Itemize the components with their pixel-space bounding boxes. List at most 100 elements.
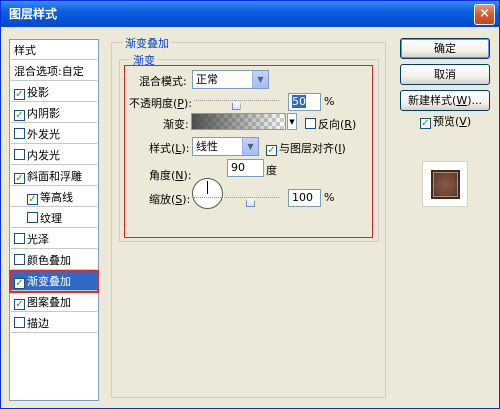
preview-checkbox[interactable]: ✓ xyxy=(420,118,431,129)
align-option[interactable]: ✓ 与图层对齐(I) xyxy=(266,140,346,156)
ok-button[interactable]: 确定 xyxy=(400,38,490,59)
angle-dial[interactable] xyxy=(192,178,223,209)
blend-mode-label: 混合模式: xyxy=(139,75,187,88)
style-item-label: 外发光 xyxy=(27,128,60,141)
angle-label-suffix: ): xyxy=(183,169,192,182)
blend-mode-value: 正常 xyxy=(196,73,218,86)
scale-label-suffix: ): xyxy=(182,193,191,206)
cancel-button[interactable]: 取消 xyxy=(400,64,490,85)
angle-value: 90 xyxy=(231,161,245,174)
opacity-label-suffix: ): xyxy=(183,97,192,110)
new-style-key: W xyxy=(456,94,468,107)
preview-key: V xyxy=(459,115,467,128)
dialog-title: 图层样式 xyxy=(9,7,58,21)
new-style-label-suffix: )... xyxy=(467,94,482,107)
style-item-label: 样式 xyxy=(14,44,36,57)
chevron-down-icon: ▼ xyxy=(242,138,258,155)
style-item[interactable]: 颜色叠加 xyxy=(11,251,97,270)
reverse-option[interactable]: 反向(R) xyxy=(305,116,356,132)
checkmark-icon[interactable]: ✓ xyxy=(27,194,38,205)
align-label-suffix: ) xyxy=(341,142,346,155)
checkmark-icon[interactable]: ✓ xyxy=(14,89,25,100)
reverse-checkbox[interactable] xyxy=(305,118,316,129)
opacity-label-text: 不透明度( xyxy=(129,97,178,110)
angle-key: N xyxy=(175,169,184,182)
scale-label: 缩放(S): xyxy=(149,191,190,207)
style-item[interactable]: 样式 xyxy=(11,41,97,60)
align-checkbox[interactable]: ✓ xyxy=(266,145,277,156)
gradient-dropdown-icon[interactable]: ▼ xyxy=(287,113,297,130)
preview-thumbnail xyxy=(431,170,460,199)
style-item-checkbox[interactable] xyxy=(14,128,25,139)
style-item[interactable]: 内发光 xyxy=(11,146,97,165)
style-item[interactable]: ✓ 内阴影 xyxy=(11,104,97,123)
style-item-label: 斜面和浮雕 xyxy=(27,170,82,183)
opacity-input[interactable]: 50 xyxy=(288,93,321,111)
layer-style-dialog: 图层样式 × 样式 混合选项:自定 ✓ 投影 ✓ 内阴影 外发光 内发光 ✓ 斜面和浮雕 ✓ 等高线纹… xyxy=(0,0,500,409)
reverse-label-suffix: ) xyxy=(351,118,357,131)
preview-label: 预览( xyxy=(433,115,460,128)
opacity-key: P xyxy=(177,97,184,110)
style-item-label: 颜色叠加 xyxy=(27,254,71,267)
style-item[interactable]: ✓ 图案叠加 xyxy=(11,293,97,312)
angle-label-text: 角度( xyxy=(149,169,176,182)
scale-label-text: 缩放( xyxy=(149,193,176,206)
checkmark-icon[interactable]: ✓ xyxy=(14,110,25,121)
style-item[interactable]: ✓ 渐变叠加 xyxy=(9,270,99,293)
style-item[interactable]: ✓ 斜面和浮雕 xyxy=(11,167,97,186)
style-item-label: 等高线 xyxy=(40,191,73,204)
checkmark-icon[interactable]: ✓ xyxy=(14,278,25,289)
style-item[interactable]: ✓ 投影 xyxy=(11,83,97,102)
align-label: 与图层对齐( xyxy=(279,142,339,155)
scale-value: 100 xyxy=(292,191,313,204)
chevron-down-icon: ▼ xyxy=(252,71,268,88)
scale-input[interactable]: 100 xyxy=(288,189,321,207)
style-label: 样式(L): xyxy=(149,140,189,156)
style-item[interactable]: 描边 xyxy=(11,314,97,333)
style-item-checkbox[interactable] xyxy=(14,317,25,328)
style-item-label: 投影 xyxy=(27,86,49,99)
new-style-label: 新建样式( xyxy=(408,94,457,107)
style-preview xyxy=(422,161,468,207)
gradient-swatch[interactable] xyxy=(191,113,286,130)
style-item-label: 图案叠加 xyxy=(27,296,71,309)
style-item-label: 内阴影 xyxy=(27,107,60,120)
reverse-key: R xyxy=(344,118,352,131)
close-icon: × xyxy=(479,6,490,21)
opacity-value: 50 xyxy=(292,95,306,108)
styles-list: 样式 混合选项:自定 ✓ 投影 ✓ 内阴影 外发光 内发光 ✓ 斜面和浮雕 ✓ 等高线 纹理 光泽 颜色叠加… xyxy=(9,39,99,401)
opacity-unit: % xyxy=(324,95,335,108)
style-item-label: 内发光 xyxy=(27,149,60,162)
style-item-checkbox[interactable] xyxy=(14,254,25,265)
new-style-button[interactable]: 新建样式(W)... xyxy=(400,90,490,111)
style-item[interactable]: 纹理 xyxy=(11,209,97,228)
angle-label: 角度(N): xyxy=(149,167,192,183)
style-item-checkbox[interactable] xyxy=(14,233,25,244)
style-item-label: 混合选项:自定 xyxy=(14,65,84,78)
style-select[interactable]: 线性 ▼ xyxy=(192,137,259,156)
close-button[interactable]: × xyxy=(474,4,495,25)
style-item[interactable]: 外发光 xyxy=(11,125,97,144)
style-item-checkbox[interactable] xyxy=(27,212,38,223)
preview-option[interactable]: ✓ 预览(V) xyxy=(420,113,471,129)
title-bar[interactable]: 图层样式 × xyxy=(1,1,499,27)
style-item-label: 光泽 xyxy=(27,233,49,246)
style-item-checkbox[interactable] xyxy=(14,149,25,160)
angle-input[interactable]: 90 xyxy=(227,159,264,177)
opacity-label: 不透明度(P): xyxy=(129,95,192,111)
blend-mode-select[interactable]: 正常 ▼ xyxy=(192,70,269,89)
style-item[interactable]: ✓ 等高线 xyxy=(11,188,97,207)
style-item[interactable]: 混合选项:自定 xyxy=(11,62,97,81)
dialog-body: 样式 混合选项:自定 ✓ 投影 ✓ 内阴影 外发光 内发光 ✓ 斜面和浮雕 ✓ 等高线 纹理 光泽 颜色叠加… xyxy=(1,27,499,408)
style-item[interactable]: 光泽 xyxy=(11,230,97,249)
gradient-overlay-title: 渐变叠加 xyxy=(123,35,171,51)
gradient-label: 渐变: xyxy=(163,118,189,131)
scale-slider-track[interactable] xyxy=(194,197,279,198)
style-label-suffix: ): xyxy=(181,142,190,155)
angle-dial-needle xyxy=(207,181,208,194)
style-value: 线性 xyxy=(196,140,218,153)
style-item-label: 纹理 xyxy=(40,212,62,225)
checkmark-icon[interactable]: ✓ xyxy=(14,299,25,310)
checkmark-icon[interactable]: ✓ xyxy=(14,173,25,184)
scale-unit: % xyxy=(324,191,335,204)
